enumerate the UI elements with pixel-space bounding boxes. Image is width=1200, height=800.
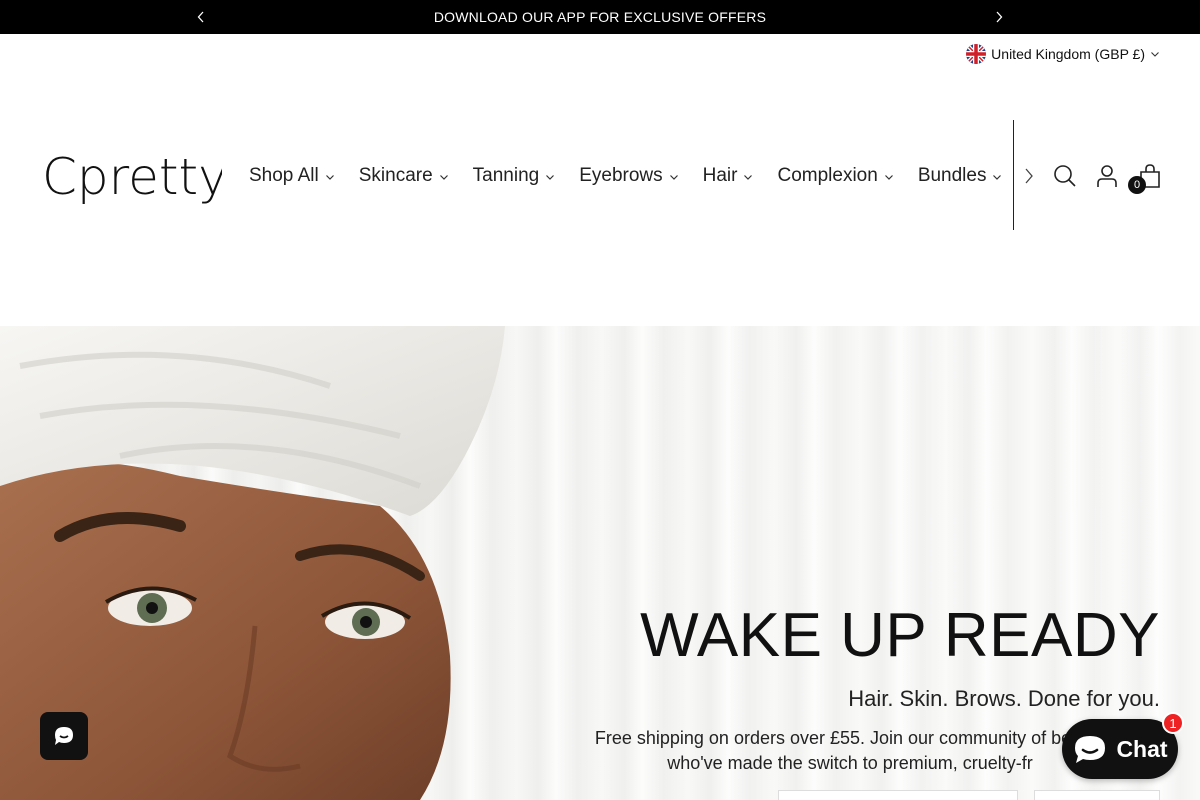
hero-subtitle: Hair. Skin. Brows. Done for you. — [848, 686, 1160, 711]
hero-secondary-button[interactable] — [1034, 790, 1160, 800]
announcement-prev-button[interactable] — [186, 0, 216, 34]
hero-title: WAKE UP READY — [640, 601, 1160, 670]
account-icon — [1097, 165, 1117, 187]
chevron-right-icon — [1025, 168, 1033, 184]
chevron-right-icon — [996, 11, 1003, 23]
chat-bubble-icon — [55, 727, 73, 745]
nav-item-complexion[interactable]: Complexion — [777, 165, 893, 187]
nav-item-hair[interactable]: Hair — [703, 165, 754, 187]
chat-label: Chat — [1116, 735, 1168, 762]
nav-item-label: Complexion — [777, 165, 878, 186]
chat-icon — [1075, 736, 1106, 763]
chevron-down-icon — [993, 175, 1002, 180]
hero-primary-button[interactable] — [778, 790, 1018, 800]
nav-item-label: Hair — [702, 165, 738, 186]
brand-logo[interactable]: Cpretty — [42, 148, 228, 206]
nav-scroll-right-button[interactable] — [1018, 164, 1040, 188]
site-header: Cpretty Shop All Skincare Tanning Eyebro… — [0, 120, 1200, 232]
cart-button[interactable]: 0 — [1128, 162, 1164, 194]
nav-item-label: Bundles — [917, 165, 987, 186]
chevron-down-icon — [546, 175, 555, 180]
announcement-text[interactable]: DOWNLOAD OUR APP FOR EXCLUSIVE OFFERS — [434, 9, 766, 25]
support-chat-button[interactable] — [40, 712, 88, 760]
chat-notification-badge: 1 — [1162, 712, 1184, 734]
hero-banner: WAKE UP READY Hair. Skin. Brows. Done fo… — [0, 326, 1200, 800]
nav-item-eyebrows[interactable]: Eyebrows — [579, 165, 678, 187]
announcement-bar: DOWNLOAD OUR APP FOR EXCLUSIVE OFFERS — [0, 0, 1200, 34]
shop-chat-button[interactable]: Chat — [1062, 719, 1178, 779]
nav-item-label: Skincare — [358, 165, 433, 186]
nav-item-tanning[interactable]: Tanning — [473, 165, 556, 187]
uk-flag-icon — [966, 44, 987, 64]
svg-text:Cpretty: Cpretty — [42, 148, 222, 204]
main-nav: Shop All Skincare Tanning Eyebrows Hair … — [249, 120, 1014, 232]
chevron-down-icon — [1151, 52, 1159, 57]
nav-item-label: Shop All — [249, 165, 319, 186]
nav-item-skincare[interactable]: Skincare — [359, 165, 449, 187]
nav-item-bundles[interactable]: Bundles — [918, 165, 1003, 187]
search-icon — [1054, 165, 1076, 187]
account-button[interactable] — [1093, 162, 1121, 190]
chevron-down-icon — [744, 175, 753, 180]
chevron-down-icon — [669, 175, 678, 180]
chevron-left-icon — [197, 11, 204, 23]
chevron-down-icon — [884, 175, 893, 180]
chevron-down-icon — [439, 175, 448, 180]
cart-count-badge: 0 — [1128, 176, 1146, 194]
chevron-down-icon — [325, 175, 334, 180]
announcement-next-button[interactable] — [984, 0, 1014, 34]
nav-item-label: Eyebrows — [579, 165, 663, 186]
locale-label: United Kingdom (GBP £) — [991, 46, 1145, 62]
locale-selector[interactable]: United Kingdom (GBP £) — [966, 44, 1160, 64]
nav-divider — [1013, 120, 1014, 230]
search-button[interactable] — [1051, 162, 1079, 190]
nav-item-label: Tanning — [472, 165, 540, 186]
nav-item-shop-all[interactable]: Shop All — [249, 165, 335, 187]
